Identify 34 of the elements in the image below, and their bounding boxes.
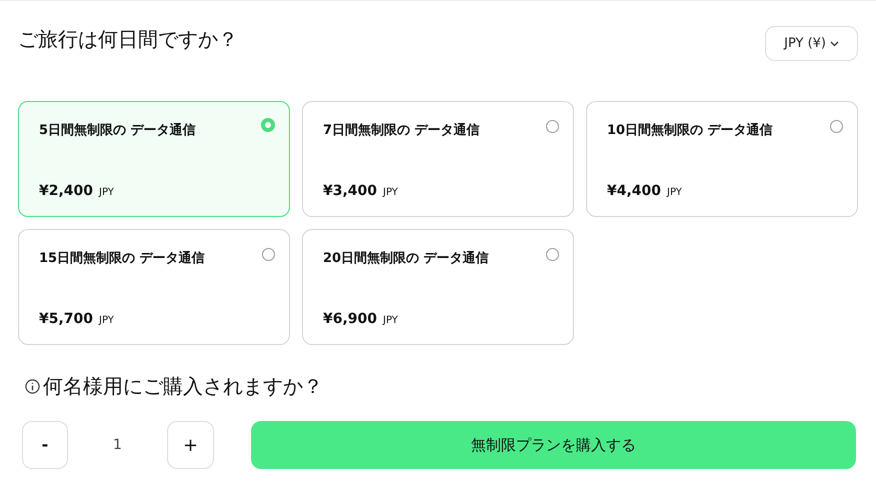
plan-price: ¥4,400: [607, 182, 662, 200]
info-icon: [25, 378, 40, 394]
chevron-down-icon: [830, 40, 839, 46]
plan-price: ¥2,400: [39, 182, 94, 200]
plan-card[interactable]: 15日間無制限の データ通信 ¥5,700 JPY: [18, 229, 290, 345]
radio-button[interactable]: [261, 118, 275, 132]
plan-card[interactable]: 7日間無制限の データ通信 ¥3,400 JPY: [302, 101, 574, 217]
plan-title: 20日間無制限の データ通信: [323, 250, 490, 268]
quantity-value: 1: [112, 436, 123, 454]
currency-unit: JPY: [667, 186, 682, 200]
plan-card[interactable]: 10日間無制限の データ通信 ¥4,400 JPY: [586, 101, 858, 217]
increment-button[interactable]: +: [167, 421, 214, 469]
plan-card[interactable]: 5日間無制限の データ通信 ¥2,400 JPY: [18, 101, 290, 217]
plan-title: 5日間無制限の データ通信: [39, 122, 197, 140]
radio-button[interactable]: [546, 248, 559, 261]
radio-button[interactable]: [830, 120, 843, 133]
section-heading: 何名様用にご購入されますか？: [43, 373, 323, 400]
plan-card[interactable]: 20日間無制限の データ通信 ¥6,900 JPY: [302, 229, 574, 345]
currency-unit: JPY: [99, 314, 114, 328]
plan-title: 10日間無制限の データ通信: [607, 122, 774, 140]
plan-price: ¥6,900: [323, 310, 378, 328]
radio-button[interactable]: [546, 120, 559, 133]
plan-title: 15日間無制限の データ通信: [39, 250, 206, 268]
section-heading: ご旅行は何日間ですか？: [18, 26, 238, 53]
currency-dropdown[interactable]: JPY (¥): [765, 26, 858, 61]
decrement-button[interactable]: -: [22, 421, 68, 469]
plan-title: 7日間無制限の データ通信: [323, 122, 481, 140]
currency-unit: JPY: [383, 314, 398, 328]
plan-price: ¥3,400: [323, 182, 378, 200]
plan-price: ¥5,700: [39, 310, 94, 328]
currency-unit: JPY: [383, 186, 398, 200]
currency-unit: JPY: [99, 186, 114, 200]
purchase-button[interactable]: 無制限プランを購入する: [251, 421, 856, 469]
radio-button[interactable]: [262, 248, 275, 261]
